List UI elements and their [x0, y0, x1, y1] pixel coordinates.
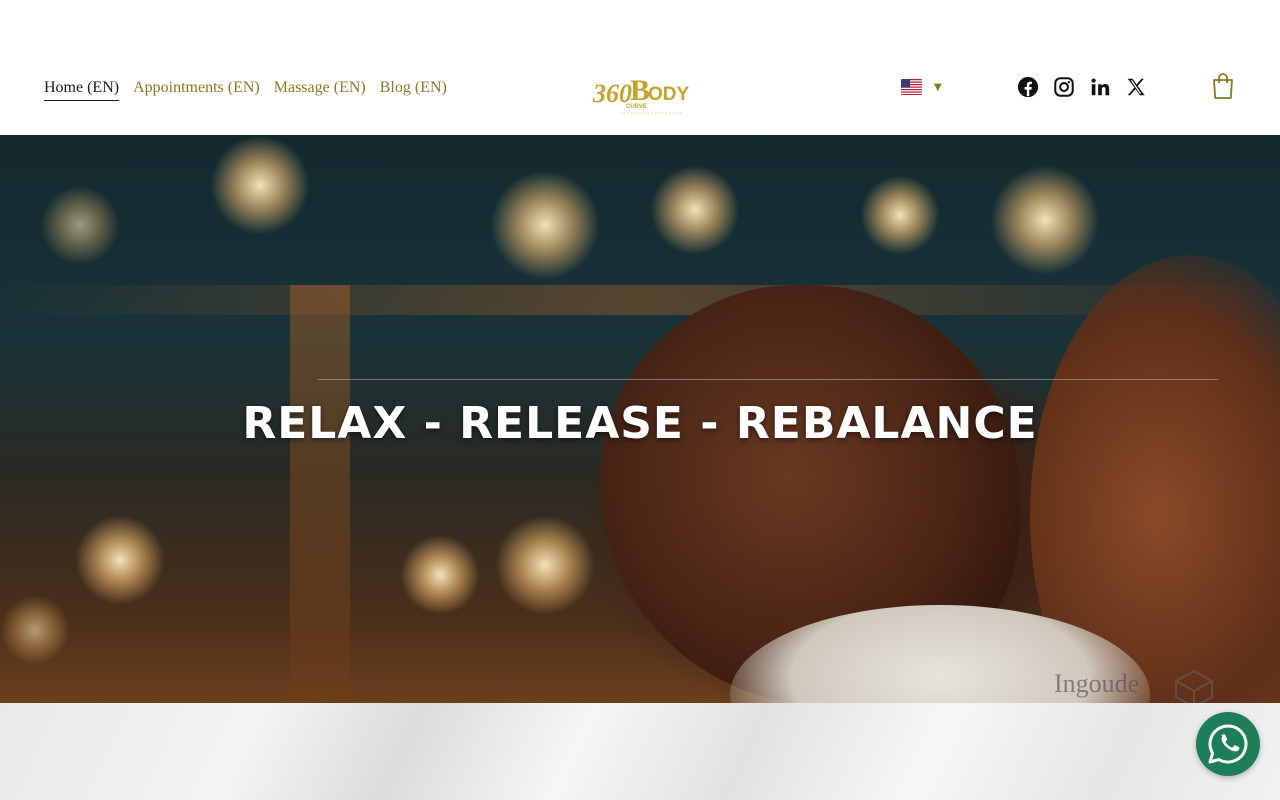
shopping-bag-icon[interactable]: [1211, 72, 1235, 100]
svg-text:CURVE: CURVE: [626, 104, 647, 110]
facebook-icon[interactable]: [1017, 76, 1039, 98]
whatsapp-chat-button[interactable]: [1196, 712, 1260, 776]
candle-light: [400, 535, 480, 615]
hero-title: RELAX - RELEASE - REBALANCE: [242, 398, 1038, 449]
hero-bg-beam: [0, 285, 1280, 315]
candle-light: [210, 135, 310, 235]
candle-light: [650, 165, 740, 255]
us-flag-icon: [901, 79, 922, 95]
nav-item-home[interactable]: Home (EN): [44, 77, 120, 101]
candle-light: [495, 515, 595, 615]
svg-text:ODY: ODY: [648, 84, 690, 105]
whatsapp-icon: [1208, 724, 1248, 764]
candle-light: [990, 165, 1100, 275]
caret-down-icon: ▼: [934, 81, 942, 93]
hero-divider: [318, 379, 1218, 380]
candle-light: [40, 185, 120, 265]
site-header: Home (EN) Appointments (EN) Massage (EN)…: [0, 0, 1280, 135]
x-icon[interactable]: [1125, 76, 1147, 98]
candle-light: [490, 170, 600, 280]
nav-item-blog[interactable]: Blog (EN): [380, 77, 447, 101]
next-section-background: [0, 703, 1280, 800]
brand-logo[interactable]: 360 B ODY CURVE: [592, 70, 690, 116]
nav-item-appointments[interactable]: Appointments (EN): [133, 77, 260, 101]
candle-light: [860, 175, 940, 255]
hero-bg-post: [290, 285, 350, 703]
candle-light: [0, 595, 70, 665]
main-nav: Home (EN) Appointments (EN) Massage (EN)…: [44, 77, 447, 101]
instagram-icon[interactable]: [1053, 76, 1075, 98]
language-selector[interactable]: ▼: [901, 79, 942, 95]
svg-text:B: B: [630, 74, 650, 107]
nav-item-massage[interactable]: Massage (EN): [274, 77, 366, 101]
candle-light: [75, 515, 165, 605]
hero-banner: RELAX - RELEASE - REBALANCE Ingoude: [0, 135, 1280, 703]
cube-icon: [1175, 669, 1213, 703]
social-links: [1017, 76, 1147, 98]
linkedin-icon[interactable]: [1089, 76, 1111, 98]
hero-watermark: Ingoude: [1054, 669, 1140, 698]
